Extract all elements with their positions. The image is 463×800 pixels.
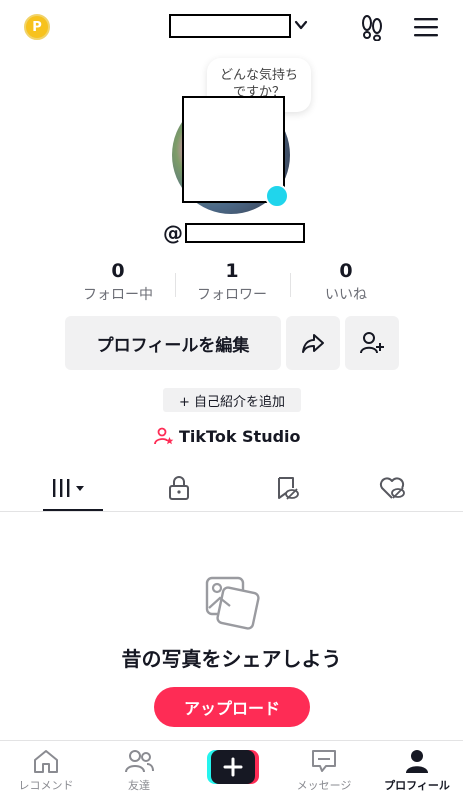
- add-friend-button[interactable]: [345, 316, 399, 370]
- footprint-icon[interactable]: [358, 13, 386, 41]
- stat-followers[interactable]: 1 フォロワー: [172, 258, 292, 306]
- stats-row: 0 フォロー中 1 フォロワー 0 いいね: [0, 258, 463, 310]
- username-redacted[interactable]: [169, 14, 291, 38]
- home-icon: [34, 750, 58, 773]
- coin-letter: P: [32, 19, 42, 35]
- nav-home-label: レコメンド: [18, 779, 74, 792]
- nav-friends[interactable]: 友達: [93, 741, 185, 800]
- tiktok-studio-link[interactable]: TikTok Studio: [154, 425, 301, 447]
- edit-profile-label: プロフィールを編集: [96, 335, 250, 356]
- following-label: フォロー中: [83, 287, 153, 303]
- nav-messages[interactable]: メッセージ: [278, 741, 370, 800]
- add-user-icon: [360, 332, 384, 354]
- tagged-icon: [278, 477, 299, 500]
- nav-home[interactable]: レコメンド: [0, 741, 92, 800]
- create-plus-icon[interactable]: [207, 750, 259, 784]
- nav-friends-label: 友達: [128, 779, 150, 792]
- nav-profile-label: プロフィール: [384, 779, 450, 792]
- stat-likes[interactable]: 0 いいね: [286, 258, 406, 306]
- friends-icon: [125, 750, 154, 773]
- content-tabs: [0, 464, 463, 512]
- edit-profile-button[interactable]: プロフィールを編集: [65, 316, 281, 370]
- chevron-down-icon[interactable]: [294, 18, 308, 32]
- handle-redacted: [185, 223, 305, 243]
- nav-messages-label: メッセージ: [296, 779, 352, 792]
- bubble-text-1: どんな気持ち: [219, 68, 298, 83]
- followers-count: 1: [225, 260, 239, 282]
- empty-state-title: 昔の写真をシェアしよう: [121, 647, 342, 671]
- top-bar: P: [0, 0, 463, 56]
- tab-liked[interactable]: [334, 464, 450, 512]
- upload-label: アップロード: [183, 699, 280, 718]
- nav-profile[interactable]: プロフィール: [371, 741, 463, 800]
- add-bio-label: + 自己紹介を追加: [178, 394, 286, 410]
- menu-icon[interactable]: [413, 16, 439, 38]
- tab-tagged[interactable]: [229, 464, 345, 512]
- at-sign: @: [163, 221, 183, 245]
- likes-label: いいね: [325, 287, 367, 303]
- videos-grid-icon: [53, 479, 84, 497]
- followers-label: フォロワー: [197, 287, 267, 303]
- tab-videos[interactable]: [15, 464, 131, 512]
- add-avatar-icon[interactable]: [265, 184, 289, 208]
- share-profile-button[interactable]: [286, 316, 340, 370]
- following-count: 0: [111, 260, 125, 282]
- liked-hidden-icon: [379, 477, 405, 499]
- studio-label: TikTok Studio: [179, 426, 301, 446]
- photos-icon: [205, 576, 260, 630]
- lock-icon: [169, 476, 189, 500]
- likes-count: 0: [339, 260, 353, 282]
- active-tab-indicator: [43, 509, 103, 511]
- message-icon: [312, 750, 336, 772]
- tab-private[interactable]: [121, 464, 237, 512]
- studio-user-star-icon: [154, 427, 174, 445]
- upload-button[interactable]: アップロード: [154, 687, 310, 727]
- profile-icon: [406, 750, 428, 773]
- stat-following[interactable]: 0 フォロー中: [58, 258, 178, 306]
- coin-icon[interactable]: P: [24, 14, 50, 40]
- handle: @: [163, 221, 305, 245]
- add-bio-button[interactable]: + 自己紹介を追加: [163, 388, 301, 412]
- share-arrow-icon: [302, 334, 324, 353]
